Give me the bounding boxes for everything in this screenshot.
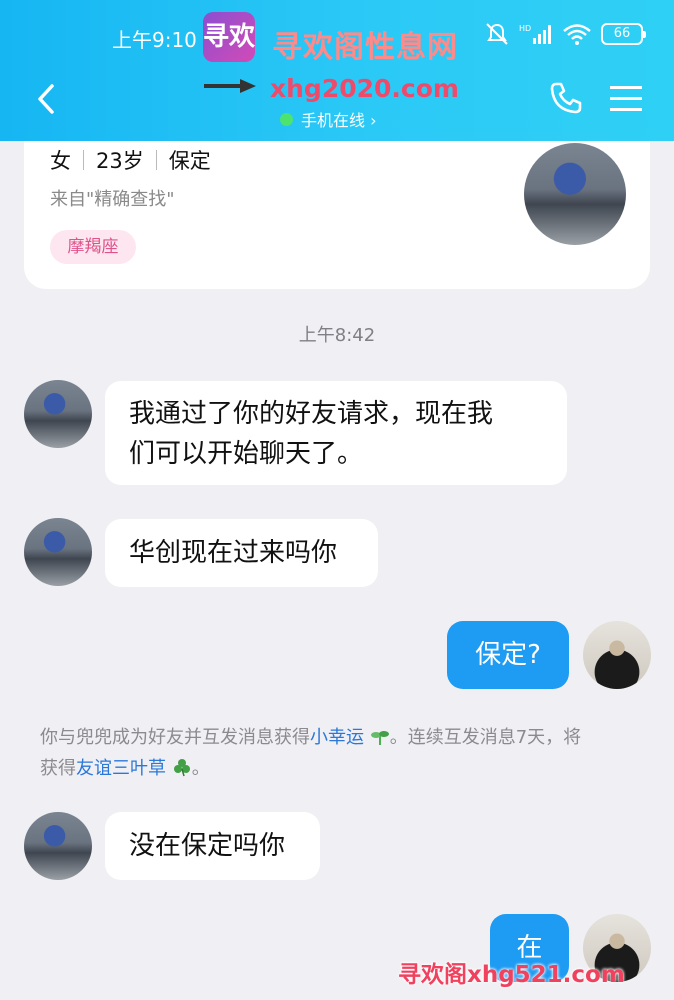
online-dot-icon bbox=[280, 112, 293, 126]
message-bubble[interactable]: 华创现在过来吗你 bbox=[105, 519, 378, 587]
avatar[interactable] bbox=[24, 812, 92, 880]
profile-age: 23岁 bbox=[96, 149, 144, 173]
message-bubble[interactable]: 我通过了你的好友请求，现在我 们可以开始聊天了。 bbox=[105, 381, 567, 485]
watermark-title: 寻欢阁性息网 bbox=[272, 30, 458, 65]
avatar[interactable] bbox=[24, 518, 92, 586]
message-text: 保定? bbox=[475, 640, 541, 670]
avatar[interactable] bbox=[583, 621, 651, 689]
notice-text: 。 bbox=[191, 758, 210, 779]
profile-tags: 女 23岁 保定 bbox=[50, 145, 211, 175]
clover-icon bbox=[173, 759, 190, 777]
watermark-arrow-icon bbox=[204, 79, 256, 93]
phone-icon[interactable] bbox=[548, 80, 584, 116]
online-status-text: 手机在线 › bbox=[301, 111, 377, 130]
wifi-icon bbox=[563, 24, 591, 45]
message-bubble-outgoing[interactable]: 保定? bbox=[447, 621, 569, 689]
profile-source: 来自"精确查找" bbox=[50, 189, 175, 210]
chat-timestamp: 上午8:42 bbox=[298, 325, 376, 346]
system-notice: 你与兜兜成为好友并互发消息获得小幸运 。连续互发消息7天，将 获得友谊三叶草 。 bbox=[40, 722, 640, 784]
mute-icon bbox=[486, 23, 508, 45]
status-time: 上午9:10 bbox=[112, 28, 197, 52]
back-button[interactable] bbox=[32, 82, 62, 116]
divider bbox=[83, 150, 84, 170]
notice-text: 获得 bbox=[40, 758, 76, 779]
status-icons: HD 66 bbox=[484, 22, 646, 46]
signal-icon: HD bbox=[519, 24, 551, 44]
battery-icon: 66 bbox=[601, 23, 646, 45]
message-line: 们可以开始聊天了。 bbox=[129, 439, 364, 469]
profile-gender: 女 bbox=[50, 149, 71, 173]
notice-text: 。连续互发消息7天，将 bbox=[389, 727, 582, 748]
profile-card[interactable]: 女 23岁 保定 来自"精确查找" 摩羯座 bbox=[24, 141, 650, 289]
svg-text:HD: HD bbox=[519, 24, 531, 33]
lucky-link[interactable]: 小幸运 bbox=[310, 727, 364, 748]
clover-link[interactable]: 友谊三叶草 bbox=[76, 758, 166, 779]
message-bubble[interactable]: 没在保定吗你 bbox=[105, 812, 320, 880]
watermark-bottom: 寻欢阁xhg521.com bbox=[398, 962, 625, 988]
online-status[interactable]: 手机在线 › bbox=[280, 107, 377, 131]
profile-city: 保定 bbox=[168, 149, 211, 173]
profile-avatar[interactable] bbox=[524, 143, 626, 245]
message-text: 华创现在过来吗你 bbox=[129, 538, 338, 568]
message-line: 我通过了你的好友请求，现在我 bbox=[129, 399, 494, 429]
watermark-url: xhg2020.com bbox=[270, 74, 459, 103]
message-text: 没在保定吗你 bbox=[129, 831, 286, 861]
zodiac-tag[interactable]: 摩羯座 bbox=[50, 230, 136, 264]
sprout-icon bbox=[370, 731, 389, 745]
divider bbox=[155, 150, 157, 170]
avatar[interactable] bbox=[24, 380, 92, 448]
chat-header: 上午9:10 寻欢 寻欢阁性息网 xhg2020.com HD 66 手机在线 … bbox=[0, 0, 674, 141]
notice-text: 你与兜兜成为好友并互发消息获得 bbox=[40, 727, 310, 748]
menu-icon[interactable] bbox=[610, 84, 642, 114]
watermark-logo: 寻欢 bbox=[203, 12, 255, 62]
